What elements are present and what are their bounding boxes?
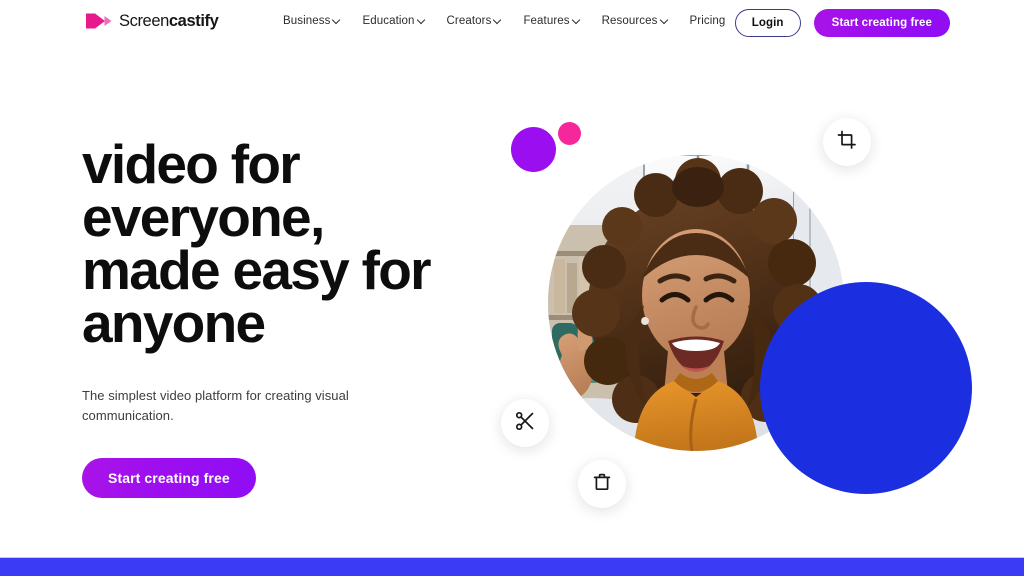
- header-start-creating-free-button[interactable]: Start creating free: [813, 9, 950, 37]
- header-actions: Login Start creating free: [734, 9, 950, 37]
- nav-label: Education: [362, 15, 415, 27]
- delete-tool-button[interactable]: [578, 460, 626, 508]
- play-logo-icon: [86, 11, 112, 31]
- nav-item-features[interactable]: Features: [523, 15, 579, 27]
- hero-visual: [480, 60, 1024, 540]
- scissors-icon: [515, 411, 535, 436]
- chevron-down-icon: [661, 17, 668, 24]
- nav-label: Pricing: [689, 15, 726, 27]
- landing-page: Screencastify Business Education Creator…: [0, 0, 1024, 576]
- hero-subheadline: The simplest video platform for creating…: [82, 388, 349, 423]
- hero-text-block: video for everyone, made easy for anyone…: [82, 133, 482, 498]
- nav-item-business[interactable]: Business: [283, 15, 340, 27]
- bottom-accent-bar: [0, 558, 1024, 576]
- nav-label: Business: [283, 15, 331, 27]
- blue-circle-decoration: [760, 282, 972, 494]
- hero-start-creating-free-button[interactable]: Start creating free: [82, 458, 256, 498]
- pink-circle-decoration: [558, 122, 581, 145]
- nav-item-resources[interactable]: Resources: [602, 15, 668, 27]
- cut-tool-button[interactable]: [501, 399, 549, 447]
- chevron-down-icon: [494, 17, 501, 24]
- nav-item-education[interactable]: Education: [362, 15, 424, 27]
- nav-label: Creators: [446, 15, 492, 27]
- brand-name: Screencastify: [119, 11, 219, 31]
- trash-icon: [592, 472, 612, 497]
- nav-item-creators[interactable]: Creators: [447, 15, 502, 27]
- nav-label: Features: [523, 15, 570, 27]
- nav-item-pricing[interactable]: Pricing: [690, 15, 726, 27]
- brand-name-light: Screen: [119, 11, 169, 30]
- chevron-down-icon: [333, 17, 340, 24]
- purple-circle-decoration: [511, 127, 556, 172]
- nav-label: Resources: [601, 15, 658, 27]
- main-navigation: Business Education Creators Features Res…: [283, 15, 725, 27]
- crop-tool-button[interactable]: [823, 118, 871, 166]
- brand-logo[interactable]: Screencastify: [86, 11, 219, 31]
- hero-headline: video for everyone, made easy for anyone: [82, 133, 432, 354]
- site-header: Screencastify Business Education Creator…: [0, 0, 1024, 47]
- brand-name-bold: castify: [168, 11, 219, 30]
- login-button[interactable]: Login: [734, 9, 801, 37]
- crop-icon: [837, 130, 857, 155]
- chevron-down-icon: [573, 17, 580, 24]
- chevron-down-icon: [418, 17, 425, 24]
